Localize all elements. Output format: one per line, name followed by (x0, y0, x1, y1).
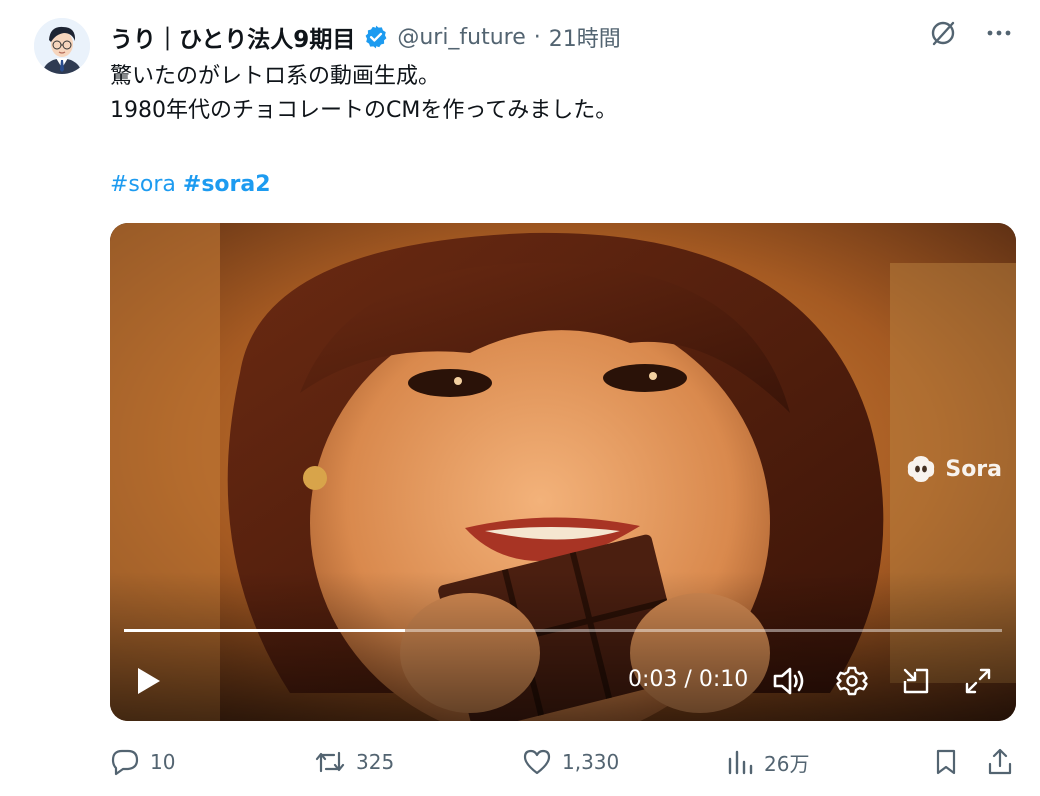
author-name[interactable]: うり｜ひとり法人9期目 (110, 20, 355, 54)
tweet-text-line: 1980年代のチョコレートのCMを作ってみました。 (110, 98, 618, 123)
speaker-icon (773, 667, 804, 695)
bar-chart-icon (728, 750, 753, 775)
grok-icon[interactable] (928, 18, 958, 48)
video-progress-bar[interactable] (124, 629, 1002, 632)
hashtag-link[interactable]: #sora2 (183, 172, 271, 197)
tweet-top-actions (928, 18, 1014, 48)
repost-icon (315, 751, 345, 773)
play-button[interactable] (132, 665, 164, 697)
sora-watermark: Sora (905, 453, 1002, 485)
bookmark-button[interactable] (932, 740, 960, 784)
video-progress-fill (124, 629, 405, 632)
more-options-icon[interactable] (984, 18, 1014, 48)
share-icon (988, 748, 1012, 775)
reply-button[interactable]: 10 (110, 740, 175, 784)
share-button[interactable] (986, 740, 1014, 784)
post-time[interactable]: 21時間 (549, 21, 621, 53)
header-separator: · (533, 24, 541, 50)
heart-icon (523, 749, 551, 775)
video-player[interactable]: Sora 0:03 / 0:10 (110, 223, 1016, 721)
fullscreen-button[interactable] (960, 663, 996, 699)
pip-button[interactable] (898, 663, 934, 699)
like-button[interactable]: 1,330 (522, 740, 619, 784)
volume-button[interactable] (770, 663, 808, 699)
hashtag-link[interactable]: #sora (110, 172, 176, 197)
tweet-text: 驚いたのがレトロ系の動画生成。 1980年代のチョコレートのCMを作ってみました… (110, 60, 1010, 128)
video-timecode: 0:03 / 0:10 (628, 667, 748, 692)
reply-count: 10 (150, 750, 176, 774)
tweet-text-line: 驚いたのがレトロ系の動画生成。 (110, 64, 441, 89)
verified-badge-icon (363, 24, 389, 50)
video-controls: 0:03 / 0:10 (110, 659, 1016, 703)
repost-button[interactable]: 325 (314, 740, 394, 784)
avatar[interactable] (34, 18, 90, 74)
like-count: 1,330 (562, 750, 620, 774)
author-handle[interactable]: @uri_future (397, 25, 525, 50)
duration: 0:10 (698, 667, 749, 692)
picture-in-picture-icon (903, 668, 929, 694)
hashtags: #sora #sora2 (110, 168, 271, 202)
play-icon (138, 668, 160, 694)
sora-logo-icon (908, 456, 935, 482)
views-button[interactable]: 26万 (726, 740, 809, 784)
current-time: 0:03 (628, 667, 678, 692)
watermark-text: Sora (945, 456, 1002, 482)
time-separator: / (684, 667, 692, 692)
fullscreen-icon (965, 668, 991, 694)
avatar-illustration (34, 18, 90, 74)
view-count: 26万 (764, 751, 810, 776)
gear-icon (836, 666, 868, 696)
tweet-header: うり｜ひとり法人9期目 @uri_future · 21時間 (110, 18, 621, 56)
settings-button[interactable] (834, 663, 870, 699)
tweet-action-bar: 10 325 1,330 26万 (110, 740, 1020, 784)
repost-count: 325 (356, 750, 395, 774)
bookmark-icon (936, 749, 956, 775)
video-frame (110, 223, 1016, 721)
reply-icon (111, 749, 139, 776)
